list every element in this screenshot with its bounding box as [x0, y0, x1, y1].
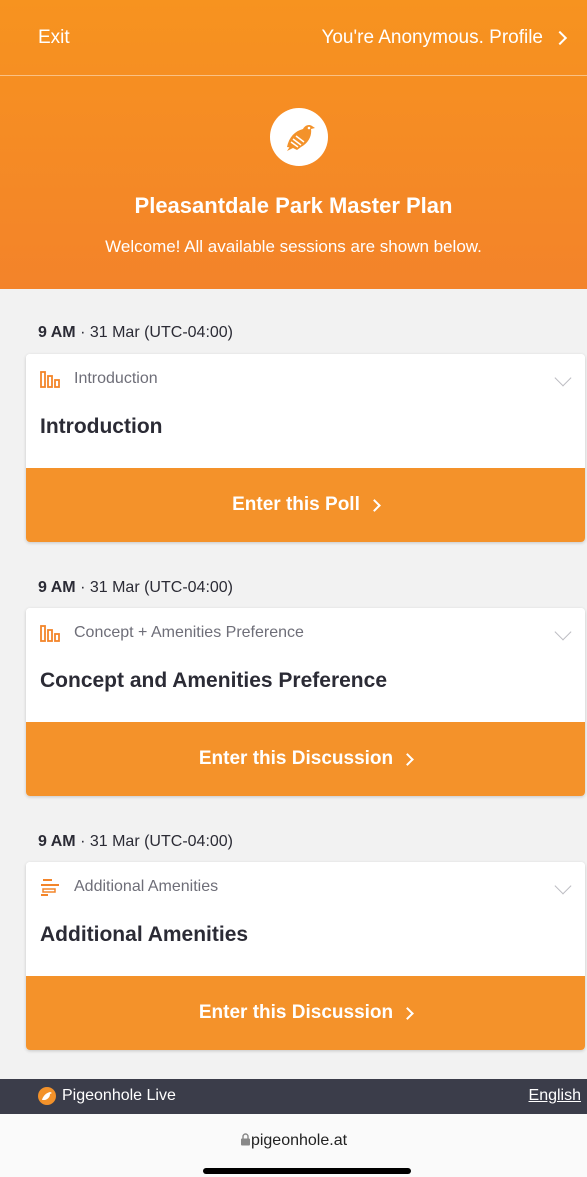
- session-time-hour: 9 AM: [38, 324, 76, 341]
- button-label: Enter this Discussion: [198, 748, 394, 769]
- session-type-label: Concept + Amenities Preference: [74, 624, 304, 641]
- discussion-icon: [41, 879, 59, 896]
- chevron-right-icon: [401, 1006, 415, 1020]
- top-bar: Exit You're Anonymous. Profile: [0, 0, 587, 76]
- enter-poll-button[interactable]: Enter this Poll: [26, 468, 585, 542]
- session-type-label: Additional Amenities: [74, 878, 219, 895]
- session-card: Concept + Amenities Preference Concept a…: [26, 608, 585, 796]
- enter-discussion-button[interactable]: Enter this Discussion: [26, 976, 585, 1050]
- session-card: Introduction Introduction Enter this Pol…: [26, 354, 585, 542]
- chevron-down-icon[interactable]: [554, 369, 572, 387]
- exit-button[interactable]: Exit: [38, 27, 70, 49]
- profile-label: You're Anonymous. Profile: [321, 27, 543, 48]
- session-name: Additional Amenities: [40, 923, 249, 946]
- pigeon-logo-icon: [270, 108, 328, 166]
- session-type: Additional Amenities: [40, 878, 218, 896]
- session-name: Introduction: [40, 415, 163, 438]
- chevron-right-icon: [401, 752, 415, 766]
- enter-discussion-button[interactable]: Enter this Discussion: [26, 722, 585, 796]
- chevron-down-icon[interactable]: [554, 877, 572, 895]
- button-label: Enter this Poll: [232, 494, 360, 515]
- event-title: Pleasantdale Park Master Plan: [134, 193, 453, 218]
- lock-icon: [240, 1133, 250, 1146]
- footer-brand-label: Pigeonhole Live: [62, 1087, 176, 1104]
- event-header: Exit You're Anonymous. Profile Pleasantd…: [0, 0, 587, 289]
- button-label: Enter this Discussion: [198, 1002, 394, 1023]
- url-display: pigeonhole.at: [0, 1132, 587, 1150]
- session-card: Additional Amenities Additional Amenitie…: [26, 862, 585, 1050]
- session-time-date: · 31 Mar (UTC-04:00): [75, 579, 234, 596]
- page-footer: Pigeonhole Live English: [0, 1079, 587, 1114]
- profile-link[interactable]: You're Anonymous. Profile: [321, 27, 568, 49]
- chevron-right-icon: [368, 498, 381, 512]
- session-time-date: · 31 Mar (UTC-04:00): [75, 324, 234, 341]
- pigeonhole-logo-icon: [38, 1087, 56, 1105]
- welcome-message: Welcome! All available sessions are show…: [105, 237, 482, 256]
- footer-brand: Pigeonhole Live: [38, 1087, 176, 1105]
- session-time-hour: 9 AM: [38, 579, 76, 596]
- session-type: Introduction: [40, 370, 158, 388]
- session-time-hour: 9 AM: [38, 833, 76, 850]
- chevron-right-icon: [552, 30, 568, 46]
- session-time: 9 AM · 31 Mar (UTC-04:00): [38, 833, 233, 851]
- poll-bars-icon: [40, 625, 60, 642]
- session-time-date: · 31 Mar (UTC-04:00): [75, 833, 234, 850]
- session-type: Concept + Amenities Preference: [40, 624, 304, 642]
- language-link[interactable]: English: [529, 1087, 581, 1105]
- chevron-down-icon[interactable]: [554, 623, 572, 641]
- poll-bars-icon: [40, 371, 60, 388]
- session-card-header[interactable]: Introduction Introduction: [26, 354, 585, 468]
- session-type-label: Introduction: [74, 370, 158, 387]
- session-card-header[interactable]: Concept + Amenities Preference Concept a…: [26, 608, 585, 722]
- session-time: 9 AM · 31 Mar (UTC-04:00): [38, 579, 233, 597]
- url-text: pigeonhole.at: [250, 1132, 348, 1149]
- home-indicator[interactable]: [203, 1168, 411, 1174]
- session-card-header[interactable]: Additional Amenities Additional Amenitie…: [26, 862, 585, 976]
- session-name: Concept and Amenities Preference: [40, 669, 387, 692]
- session-time: 9 AM · 31 Mar (UTC-04:00): [38, 324, 233, 342]
